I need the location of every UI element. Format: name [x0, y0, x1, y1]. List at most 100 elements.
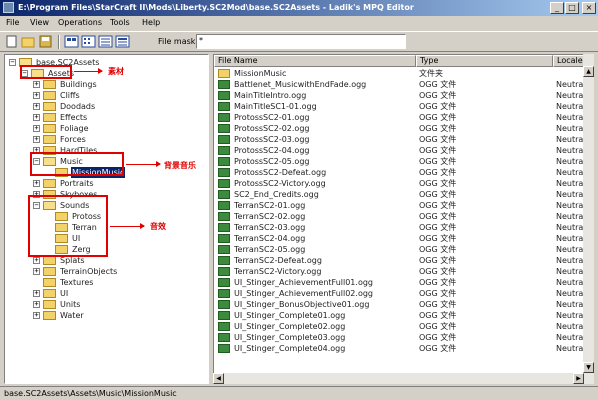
- list-item[interactable]: ProtossSC2-Defeat.ogg OGG 文件 Neutral: [214, 167, 593, 178]
- expand-icon[interactable]: +: [33, 136, 40, 143]
- vertical-scrollbar[interactable]: ▲ ▼: [583, 54, 594, 373]
- list-item[interactable]: UI_Stinger_Complete01.ogg OGG 文件 Neutral: [214, 310, 593, 321]
- expand-icon[interactable]: +: [33, 290, 40, 297]
- list-item[interactable]: UI_Stinger_AchievementFull02.ogg OGG 文件 Ne…: [214, 288, 593, 299]
- ogg-file-icon: [218, 179, 230, 188]
- expand-icon[interactable]: +: [33, 180, 40, 187]
- file-name-cell: SC2_End_Credits.ogg: [234, 190, 319, 199]
- status-bar: base.SC2Assets\Assets\Music\MissionMusic: [0, 386, 598, 400]
- list-item[interactable]: TerranSC2-04.ogg OGG 文件 Neutral: [214, 233, 593, 244]
- music-highlight-box: [30, 152, 124, 176]
- expand-icon[interactable]: +: [33, 301, 40, 308]
- list-item[interactable]: UI_Stinger_Complete03.ogg OGG 文件 Neutral: [214, 332, 593, 343]
- open-icon[interactable]: [21, 34, 36, 49]
- view-list-icon[interactable]: [98, 34, 113, 49]
- list-item[interactable]: TerranSC2-Victory.ogg OGG 文件 Neutral: [214, 266, 593, 277]
- tree-node[interactable]: + Cliffs: [5, 90, 205, 101]
- list-item[interactable]: TerranSC2-05.ogg OGG 文件 Neutral: [214, 244, 593, 255]
- horizontal-scrollbar[interactable]: ◀ ▶: [213, 373, 594, 384]
- tree-node-label: UI: [60, 289, 69, 298]
- tree-node[interactable]: + UI: [5, 288, 205, 299]
- expand-icon[interactable]: +: [33, 114, 40, 121]
- scroll-up-button[interactable]: ▲: [583, 66, 594, 77]
- file-locale-cell: Neutral: [556, 322, 586, 331]
- list-item[interactable]: MainTitleIntro.ogg OGG 文件 Neutral: [214, 90, 593, 101]
- expand-icon[interactable]: +: [33, 103, 40, 110]
- column-file-name[interactable]: File Name: [214, 55, 416, 67]
- column-type[interactable]: Type: [416, 55, 553, 67]
- collapse-icon[interactable]: −: [9, 59, 16, 66]
- file-locale-cell: Neutral: [556, 113, 586, 122]
- file-type-cell: OGG 文件: [419, 135, 457, 144]
- list-item[interactable]: MissionMusic 文件夹: [214, 68, 593, 79]
- file-mask-input[interactable]: *: [196, 34, 406, 49]
- ogg-file-icon: [218, 322, 230, 331]
- tree-node[interactable]: + Foliage: [5, 123, 205, 134]
- view-details-icon[interactable]: [115, 34, 130, 49]
- list-item[interactable]: TerranSC2-02.ogg OGG 文件 Neutral: [214, 211, 593, 222]
- list-item[interactable]: UI_Stinger_Complete04.ogg OGG 文件 Neutral: [214, 343, 593, 354]
- view-large-icon[interactable]: [64, 34, 79, 49]
- file-locale-cell: Neutral: [556, 124, 586, 133]
- file-locale-cell: Neutral: [556, 157, 586, 166]
- list-item[interactable]: ProtossSC2-03.ogg OGG 文件 Neutral: [214, 134, 593, 145]
- list-item[interactable]: UI_Stinger_Complete02.ogg OGG 文件 Neutral: [214, 321, 593, 332]
- scroll-right-button[interactable]: ▶: [573, 373, 584, 384]
- tree-node[interactable]: + Water: [5, 310, 205, 321]
- menu-file[interactable]: File: [6, 18, 19, 27]
- tree-node[interactable]: + Doodads: [5, 101, 205, 112]
- list-item[interactable]: UI_Stinger_AchievementFull01.ogg OGG 文件 Ne…: [214, 277, 593, 288]
- list-item[interactable]: TerranSC2-03.ogg OGG 文件 Neutral: [214, 222, 593, 233]
- file-locale-cell: Neutral: [556, 201, 586, 210]
- file-name-cell: MainTitleSC1-01.ogg: [234, 102, 317, 111]
- tree-node-label: Textures: [60, 278, 94, 287]
- list-item[interactable]: SC2_End_Credits.ogg OGG 文件 Neutral: [214, 189, 593, 200]
- file-name-cell: TerranSC2-01.ogg: [234, 201, 306, 210]
- list-item[interactable]: Battlenet_MusicwithEndFade.ogg OGG 文件 Neut…: [214, 79, 593, 90]
- list-item[interactable]: ProtossSC2-02.ogg OGG 文件 Neutral: [214, 123, 593, 134]
- list-item[interactable]: TerranSC2-Defeat.ogg OGG 文件 Neutral: [214, 255, 593, 266]
- list-item[interactable]: MainTitleSC1-01.ogg OGG 文件 Neutral: [214, 101, 593, 112]
- expand-icon[interactable]: +: [33, 257, 40, 264]
- file-type-cell: OGG 文件: [419, 344, 457, 353]
- close-button[interactable]: ×: [582, 2, 596, 14]
- save-icon[interactable]: [38, 34, 53, 49]
- new-icon[interactable]: [4, 34, 19, 49]
- menu-help[interactable]: Help: [142, 18, 160, 27]
- tree-node[interactable]: + TerrainObjects: [5, 266, 205, 277]
- list-item[interactable]: ProtossSC2-04.ogg OGG 文件 Neutral: [214, 145, 593, 156]
- folder-icon: [43, 91, 56, 100]
- list-item[interactable]: ProtossSC2-01.ogg OGG 文件 Neutral: [214, 112, 593, 123]
- expand-icon[interactable]: +: [33, 125, 40, 132]
- tree-node[interactable]: + Units: [5, 299, 205, 310]
- expand-icon[interactable]: +: [33, 92, 40, 99]
- list-item[interactable]: UI_Stinger_BonusObjective01.ogg OGG 文件 Neu…: [214, 299, 593, 310]
- view-small-icon[interactable]: [81, 34, 96, 49]
- scroll-down-button[interactable]: ▼: [583, 362, 594, 373]
- folder-icon: [43, 179, 56, 188]
- file-type-cell: OGG 文件: [419, 300, 457, 309]
- tree-node[interactable]: + Buildings: [5, 79, 205, 90]
- minimize-button[interactable]: _: [550, 2, 564, 14]
- tree-node[interactable]: Textures: [5, 277, 205, 288]
- list-item[interactable]: ProtossSC2-05.ogg OGG 文件 Neutral: [214, 156, 593, 167]
- list-item[interactable]: TerranSC2-01.ogg OGG 文件 Neutral: [214, 200, 593, 211]
- file-type-cell: OGG 文件: [419, 333, 457, 342]
- expand-icon[interactable]: +: [33, 81, 40, 88]
- maximize-button[interactable]: □: [565, 2, 579, 14]
- tree-node[interactable]: + Portraits: [5, 178, 205, 189]
- scroll-left-button[interactable]: ◀: [213, 373, 224, 384]
- file-type-cell: OGG 文件: [419, 267, 457, 276]
- menu-tools[interactable]: Tools: [110, 18, 130, 27]
- expand-icon[interactable]: +: [33, 312, 40, 319]
- toolbar-separator: [58, 35, 60, 49]
- file-type-cell: OGG 文件: [419, 102, 457, 111]
- expand-icon[interactable]: +: [33, 268, 40, 275]
- list-item[interactable]: ProtossSC2-Victory.ogg OGG 文件 Neutral: [214, 178, 593, 189]
- tree-node[interactable]: + Forces: [5, 134, 205, 145]
- file-name-cell: ProtossSC2-03.ogg: [234, 135, 310, 144]
- tree-node[interactable]: + Effects: [5, 112, 205, 123]
- app-icon: [3, 2, 14, 13]
- menu-view[interactable]: View: [30, 18, 49, 27]
- menu-operations[interactable]: Operations: [58, 18, 102, 27]
